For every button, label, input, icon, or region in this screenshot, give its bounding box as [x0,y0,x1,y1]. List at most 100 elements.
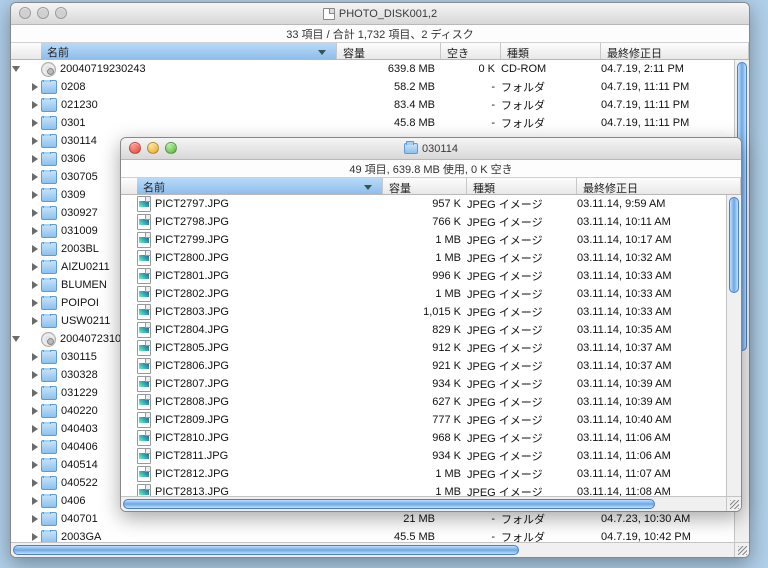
jpeg-icon [137,322,151,338]
list-row[interactable]: PICT2802.JPG1 MBJPEG イメージ03.11.14, 10:33… [121,285,741,303]
file-name: 040220 [61,405,98,417]
disclosure-triangle[interactable] [32,533,38,541]
vertical-scrollbar[interactable] [726,195,741,496]
scroll-thumb[interactable] [13,545,519,555]
disclosure-triangle[interactable] [32,119,38,127]
scroll-thumb[interactable] [729,197,739,293]
list-row[interactable]: 020858.2 MB-フォルダ04.7.19, 11:11 PM [11,78,749,96]
file-list-front[interactable]: PICT2797.JPG957 KJPEG イメージ03.11.14, 9:59… [121,195,741,511]
zoom-button[interactable] [165,142,177,154]
titlebar-back[interactable]: PHOTO_DISK001,2 [11,3,749,25]
list-row[interactable]: PICT2803.JPG1,015 KJPEG イメージ03.11.14, 10… [121,303,741,321]
list-row[interactable]: PICT2811.JPG934 KJPEG イメージ03.11.14, 11:0… [121,447,741,465]
file-name: 040403 [61,423,98,435]
disclosure-triangle[interactable] [32,173,38,181]
disclosure-triangle[interactable] [32,479,38,487]
col-size-header[interactable]: 容量 [383,178,467,194]
finder-window-front[interactable]: 030114 49 項目, 639.8 MB 使用, 0 K 空き 名前 容量 … [120,137,742,512]
col-kind-header[interactable]: 種類 [501,43,601,59]
list-row[interactable]: PICT2812.JPG1 MBJPEG イメージ03.11.14, 11:07… [121,465,741,483]
disclosure-triangle[interactable] [12,336,20,342]
disclosure-triangle[interactable] [32,137,38,145]
resize-grip[interactable] [726,496,741,511]
list-row[interactable]: 04070121 MB-フォルダ04.7.23, 10:30 AM [11,510,749,528]
disclosure-triangle[interactable] [32,83,38,91]
list-row[interactable]: 02123083.4 MB-フォルダ04.7.19, 11:11 PM [11,96,749,114]
disclosure-triangle[interactable] [32,263,38,271]
list-row[interactable]: PICT2799.JPG1 MBJPEG イメージ03.11.14, 10:17… [121,231,741,249]
disclosure-triangle[interactable] [32,299,38,307]
cell-kind: CD-ROM [501,63,601,75]
folder-icon [41,404,57,418]
col-name-header[interactable]: 名前 [41,43,337,59]
list-row[interactable]: PICT2801.JPG996 KJPEG イメージ03.11.14, 10:3… [121,267,741,285]
disclosure-triangle[interactable] [32,443,38,451]
cell-mod: 03.11.14, 10:11 AM [577,216,741,228]
disclosure-triangle[interactable] [32,353,38,361]
list-row[interactable]: PICT2808.JPG627 KJPEG イメージ03.11.14, 10:3… [121,393,741,411]
col-name-header[interactable]: 名前 [137,178,383,194]
cell-mod: 04.7.19, 11:11 PM [601,99,749,111]
col-free-header[interactable]: 空き [441,43,501,59]
jpeg-icon [137,250,151,266]
cell-size: 639.8 MB [337,63,441,75]
disclosure-triangle[interactable] [32,209,38,217]
list-row[interactable]: PICT2806.JPG921 KJPEG イメージ03.11.14, 10:3… [121,357,741,375]
col-mod-header[interactable]: 最終修正日 [601,43,749,59]
file-name: 030927 [61,207,98,219]
disclosure-triangle[interactable] [32,317,38,325]
list-row[interactable]: PICT2809.JPG777 KJPEG イメージ03.11.14, 10:4… [121,411,741,429]
disclosure-triangle[interactable] [32,371,38,379]
cell-kind: JPEG イメージ [467,358,577,374]
file-name: AIZU0211 [61,261,110,273]
col-kind-header[interactable]: 種類 [467,178,577,194]
window-title-text: PHOTO_DISK001,2 [339,8,437,20]
zoom-button[interactable] [55,7,67,19]
list-row[interactable]: PICT2804.JPG829 KJPEG イメージ03.11.14, 10:3… [121,321,741,339]
folder-icon [41,188,57,202]
disclosure-triangle[interactable] [32,497,38,505]
close-button[interactable] [129,142,141,154]
list-row[interactable]: PICT2798.JPG766 KJPEG イメージ03.11.14, 10:1… [121,213,741,231]
close-button[interactable] [19,7,31,19]
disclosure-triangle[interactable] [32,407,38,415]
disclosure-triangle[interactable] [32,155,38,163]
list-row[interactable]: 20040719230243639.8 MB0 KCD-ROM04.7.19, … [11,60,749,78]
cell-mod: 03.11.14, 10:39 AM [577,396,741,408]
jpeg-icon [137,394,151,410]
disclosure-triangle[interactable] [32,191,38,199]
disclosure-triangle[interactable] [32,425,38,433]
disclosure-triangle[interactable] [32,461,38,469]
list-row[interactable]: PICT2800.JPG1 MBJPEG イメージ03.11.14, 10:32… [121,249,741,267]
disc-icon [41,62,56,77]
disclosure-triangle[interactable] [32,101,38,109]
list-row[interactable]: PICT2810.JPG968 KJPEG イメージ03.11.14, 11:0… [121,429,741,447]
col-mod-header[interactable]: 最終修正日 [577,178,741,194]
col-size-header[interactable]: 容量 [337,43,441,59]
disclosure-triangle[interactable] [32,515,38,523]
list-row[interactable]: PICT2797.JPG957 KJPEG イメージ03.11.14, 9:59… [121,195,741,213]
disclosure-triangle[interactable] [32,227,38,235]
horizontal-scrollbar[interactable] [121,496,726,511]
cell-mod: 03.11.14, 10:37 AM [577,342,741,354]
scroll-thumb[interactable] [123,499,655,509]
resize-grip[interactable] [734,542,749,557]
list-row[interactable]: 030145.8 MB-フォルダ04.7.19, 11:11 PM [11,114,749,132]
folder-icon [41,350,57,364]
window-title-text: 030114 [422,143,458,155]
cell-size: 1 MB [383,288,467,300]
disclosure-triangle[interactable] [32,245,38,253]
minimize-button[interactable] [147,142,159,154]
minimize-button[interactable] [37,7,49,19]
list-row[interactable]: PICT2807.JPG934 KJPEG イメージ03.11.14, 10:3… [121,375,741,393]
cell-kind: JPEG イメージ [467,430,577,446]
disclosure-triangle[interactable] [32,281,38,289]
list-row[interactable]: PICT2805.JPG912 KJPEG イメージ03.11.14, 10:3… [121,339,741,357]
disclosure-triangle[interactable] [12,66,20,72]
folder-icon [404,143,418,154]
cell-kind: JPEG イメージ [467,340,577,356]
cell-mod: 03.11.14, 10:39 AM [577,378,741,390]
disclosure-triangle[interactable] [32,389,38,397]
horizontal-scrollbar[interactable] [11,542,734,557]
titlebar-front[interactable]: 030114 [121,138,741,160]
